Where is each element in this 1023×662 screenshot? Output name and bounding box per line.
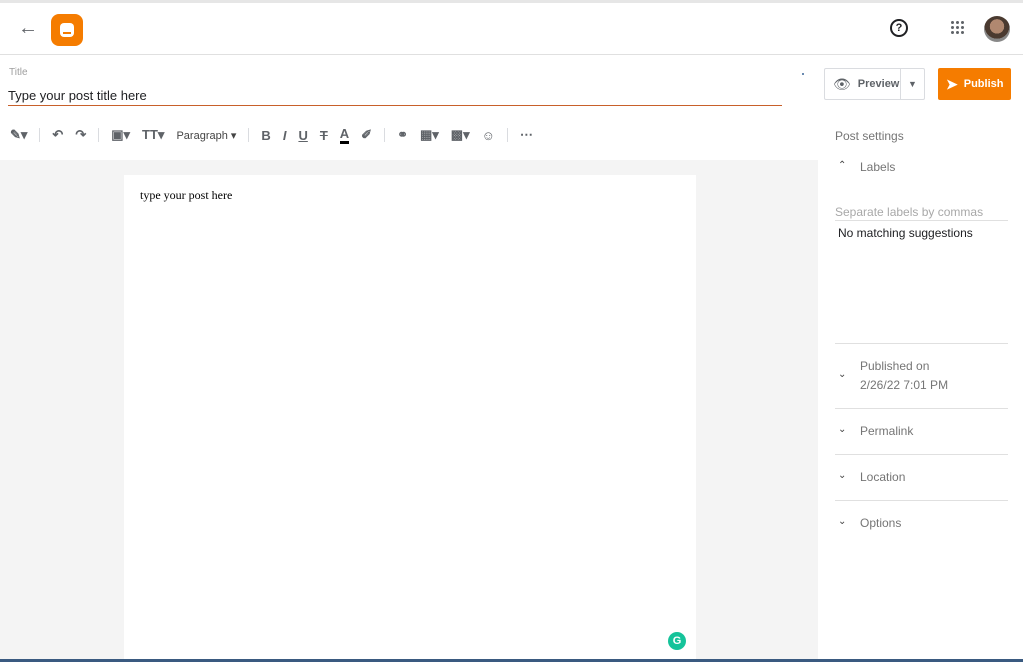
chevron-up-icon: ⌃ <box>838 160 847 171</box>
chevron-down-icon: ⌄ <box>838 369 847 380</box>
permalink-heading: Permalink <box>860 424 914 438</box>
location-heading: Location <box>860 470 906 484</box>
divider <box>248 128 250 142</box>
publish-label: Publish <box>963 78 1004 90</box>
save-indicator <box>802 73 804 75</box>
link-icon[interactable]: ⚭ <box>397 127 408 143</box>
font-icon[interactable]: ▣▾ <box>111 127 130 143</box>
divider <box>835 454 1008 455</box>
paragraph-label: Paragraph <box>176 129 228 142</box>
divider <box>835 343 1008 344</box>
text-color-icon[interactable]: A <box>339 126 350 144</box>
divider <box>98 128 100 142</box>
title-label: Title <box>9 67 28 78</box>
chevron-down-icon: ⌄ <box>838 470 847 481</box>
divider <box>384 128 386 142</box>
title-input[interactable] <box>8 86 782 106</box>
options-heading: Options <box>860 516 902 530</box>
blogger-logo[interactable] <box>51 14 83 46</box>
grammarly-icon[interactable]: G <box>668 632 686 650</box>
bold-icon[interactable]: B <box>261 128 270 143</box>
avatar[interactable] <box>984 16 1010 42</box>
pencil-mode-icon[interactable]: ✎▾ <box>10 127 27 143</box>
paragraph-select[interactable]: Paragraph ▾ <box>176 129 236 142</box>
divider <box>835 500 1008 501</box>
underline-icon[interactable]: U <box>298 128 307 143</box>
preview-label: Preview <box>857 78 900 90</box>
published-date: 2/26/22 7:01 PM <box>860 378 949 392</box>
highlight-icon[interactable]: ✐ <box>361 127 372 143</box>
divider <box>39 128 41 142</box>
image-icon[interactable]: ▦▾ <box>420 127 439 143</box>
video-icon[interactable]: ▩▾ <box>451 127 470 143</box>
send-icon: ➤ <box>946 75 958 92</box>
post-body-text[interactable]: type your post here <box>140 188 232 203</box>
apps-grid-icon[interactable] <box>951 21 965 35</box>
labels-input[interactable] <box>835 203 1008 221</box>
labels-heading: Labels <box>860 160 896 174</box>
published-heading: Published on <box>860 359 930 373</box>
strikethrough-icon[interactable]: T <box>320 128 328 143</box>
undo-icon[interactable]: ↶ <box>52 127 63 143</box>
post-body-editor[interactable]: type your post here G <box>124 175 696 660</box>
redo-icon[interactable]: ↷ <box>75 127 86 143</box>
back-arrow-icon[interactable]: ← <box>18 17 38 40</box>
eye-icon: 👁 <box>833 75 851 92</box>
publish-button[interactable]: ➤ Publish <box>938 68 1011 100</box>
chevron-down-icon: ⌄ <box>838 424 847 435</box>
chevron-down-icon: ⌄ <box>838 516 847 527</box>
editor-toolbar: ✎▾ ↶ ↷ ▣▾ TT▾ Paragraph ▾ B I U T A ✐ ⚭ … <box>0 120 818 150</box>
more-icon[interactable]: ⋯ <box>520 127 533 143</box>
divider <box>835 408 1008 409</box>
post-settings-title: Post settings <box>835 129 904 143</box>
preview-dropdown-icon[interactable]: ▼ <box>900 69 924 99</box>
divider <box>506 128 508 142</box>
no-suggestions: No matching suggestions <box>838 226 973 240</box>
preview-button[interactable]: 👁 Preview ▼ <box>824 68 925 100</box>
font-size-icon[interactable]: TT▾ <box>142 127 164 143</box>
emoji-icon[interactable]: ☺ <box>482 128 495 143</box>
italic-icon[interactable]: I <box>283 128 287 143</box>
app-header: ← ? <box>0 3 1023 55</box>
post-settings-panel: Post settings ⌃ Labels No matching sugge… <box>818 120 1023 660</box>
help-icon[interactable]: ? <box>890 19 908 37</box>
